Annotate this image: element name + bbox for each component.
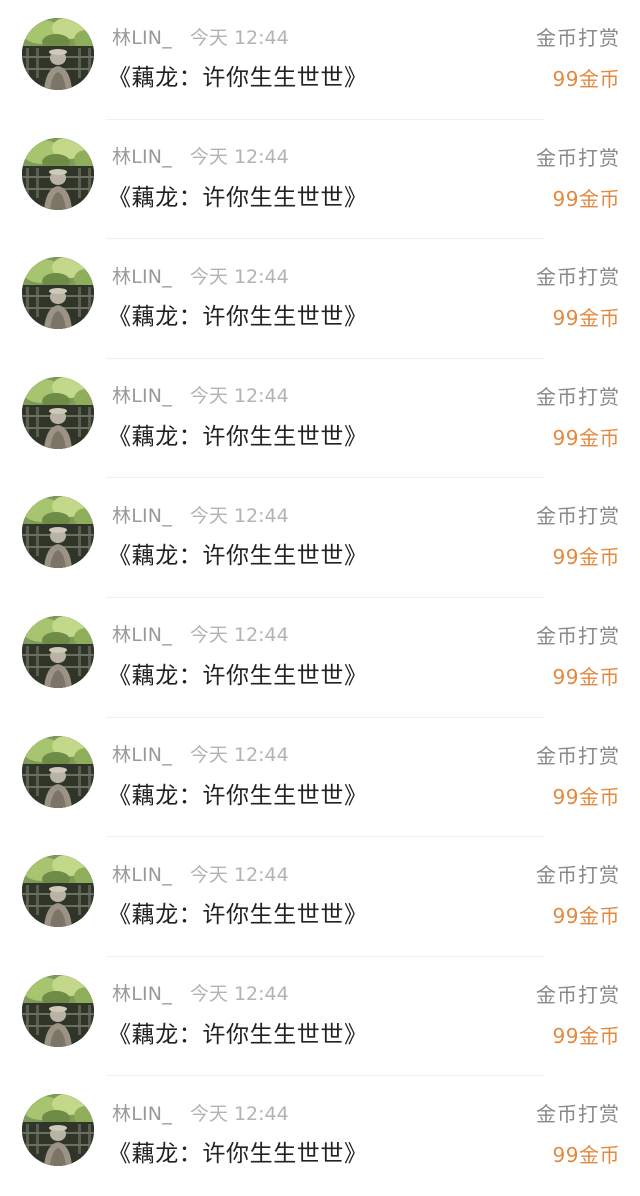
reward-info: 金币打赏 99金币: [536, 22, 620, 92]
record-meta: 林LIN_ 今天 12:44: [112, 383, 289, 407]
username[interactable]: 林LIN_: [112, 1099, 172, 1126]
username[interactable]: 林LIN_: [112, 740, 172, 767]
reward-amount: 99金币: [552, 1023, 620, 1048]
book-title[interactable]: 《藕龙：许你生生世世》: [108, 178, 368, 212]
user-avatar-icon[interactable]: [22, 257, 94, 330]
reward-info: 金币打赏 99金币: [536, 859, 620, 929]
reward-type: 金币打赏: [536, 863, 620, 888]
reward-info: 金币打赏 99金币: [536, 979, 620, 1049]
book-title[interactable]: 《藕龙：许你生生世世》: [108, 536, 368, 570]
reward-record-list: 林LIN_ 今天 12:44 《藕龙：许你生生世世》 金币打赏 99金币 林LI…: [0, 0, 640, 1189]
reward-type: 金币打赏: [536, 623, 620, 648]
reward-type: 金币打赏: [536, 504, 620, 529]
record-meta: 林LIN_ 今天 12:44: [112, 981, 289, 1005]
reward-amount: 99金币: [552, 545, 620, 570]
reward-type: 金币打赏: [536, 265, 620, 290]
reward-type: 金币打赏: [536, 384, 620, 409]
record-meta: 林LIN_ 今天 12:44: [112, 742, 289, 766]
reward-record-item[interactable]: 林LIN_ 今天 12:44 《藕龙：许你生生世世》 金币打赏 99金币: [0, 0, 640, 120]
reward-record-item[interactable]: 林LIN_ 今天 12:44 《藕龙：许你生生世世》 金币打赏 99金币: [0, 837, 640, 957]
reward-type: 金币打赏: [536, 1102, 620, 1127]
username[interactable]: 林LIN_: [112, 979, 172, 1006]
record-meta: 林LIN_ 今天 12:44: [112, 144, 289, 168]
timestamp: 今天 12:44: [189, 1102, 289, 1125]
record-meta: 林LIN_ 今天 12:44: [112, 501, 289, 528]
username[interactable]: 林LIN_: [112, 142, 172, 169]
reward-record-item[interactable]: 林LIN_ 今天 12:44 《藕龙：许你生生世世》 金币打赏 99金币: [0, 120, 640, 240]
reward-amount: 99金币: [552, 1143, 620, 1168]
user-avatar-icon[interactable]: [22, 735, 94, 808]
reward-amount: 99金币: [552, 425, 620, 450]
reward-type: 金币打赏: [536, 982, 620, 1007]
timestamp: 今天 12:44: [189, 385, 289, 408]
reward-amount: 99金币: [552, 664, 620, 689]
reward-info: 金币打赏 99金币: [536, 261, 620, 331]
reward-info: 金币打赏 99金币: [536, 740, 620, 810]
book-title[interactable]: 《藕龙：许你生生世世》: [108, 656, 368, 690]
record-meta: 林LIN_ 今天 12:44: [112, 1099, 289, 1126]
book-title[interactable]: 《藕龙：许你生生世世》: [108, 1015, 368, 1049]
user-avatar-icon[interactable]: [22, 137, 94, 210]
username[interactable]: 林LIN_: [112, 381, 172, 408]
username[interactable]: 林LIN_: [112, 23, 172, 50]
username[interactable]: 林LIN_: [112, 860, 172, 887]
reward-amount: 99金币: [552, 186, 620, 211]
reward-type: 金币打赏: [536, 26, 620, 50]
reward-type: 金币打赏: [536, 743, 620, 768]
timestamp: 今天 12:44: [189, 26, 289, 49]
reward-record-item[interactable]: 林LIN_ 今天 12:44 《藕龙：许你生生世世》 金币打赏 99金币: [0, 718, 640, 838]
timestamp: 今天 12:44: [189, 863, 289, 886]
reward-record-item[interactable]: 林LIN_ 今天 12:44 《藕龙：许你生生世世》 金币打赏 99金币: [0, 1076, 640, 1196]
reward-amount: 99金币: [552, 784, 620, 809]
reward-record-item[interactable]: 林LIN_ 今天 12:44 《藕龙：许你生生世世》 金币打赏 99金币: [0, 239, 640, 359]
user-avatar-icon[interactable]: [22, 376, 94, 449]
record-meta: 林LIN_ 今天 12:44: [112, 262, 289, 289]
user-avatar-icon[interactable]: [22, 974, 94, 1047]
timestamp: 今天 12:44: [189, 265, 289, 288]
book-title[interactable]: 《藕龙：许你生生世世》: [108, 417, 368, 451]
book-title[interactable]: 《藕龙：许你生生世世》: [108, 776, 368, 810]
record-meta: 林LIN_ 今天 12:44: [112, 23, 289, 50]
user-avatar-icon[interactable]: [22, 18, 94, 90]
user-avatar-icon[interactable]: [22, 496, 94, 569]
timestamp: 今天 12:44: [189, 504, 289, 527]
book-title[interactable]: 《藕龙：许你生生世世》: [108, 58, 368, 92]
reward-info: 金币打赏 99金币: [536, 620, 620, 690]
reward-record-item[interactable]: 林LIN_ 今天 12:44 《藕龙：许你生生世世》 金币打赏 99金币: [0, 478, 640, 598]
user-avatar-icon[interactable]: [22, 855, 94, 928]
reward-record-item[interactable]: 林LIN_ 今天 12:44 《藕龙：许你生生世世》 金币打赏 99金币: [0, 957, 640, 1077]
timestamp: 今天 12:44: [189, 744, 289, 767]
reward-info: 金币打赏 99金币: [536, 381, 620, 451]
reward-info: 金币打赏 99金币: [536, 1098, 620, 1168]
book-title[interactable]: 《藕龙：许你生生世世》: [108, 1134, 368, 1168]
reward-record-item[interactable]: 林LIN_ 今天 12:44 《藕龙：许你生生世世》 金币打赏 99金币: [0, 359, 640, 479]
reward-amount: 99金币: [552, 306, 620, 331]
timestamp: 今天 12:44: [189, 624, 289, 647]
username[interactable]: 林LIN_: [112, 501, 172, 528]
reward-amount: 99金币: [552, 67, 620, 91]
username[interactable]: 林LIN_: [112, 620, 172, 647]
user-avatar-icon[interactable]: [22, 1094, 94, 1167]
username[interactable]: 林LIN_: [112, 262, 172, 289]
reward-type: 金币打赏: [536, 145, 620, 170]
reward-info: 金币打赏 99金币: [536, 500, 620, 570]
user-avatar-icon[interactable]: [22, 615, 94, 688]
timestamp: 今天 12:44: [189, 146, 289, 169]
book-title[interactable]: 《藕龙：许你生生世世》: [108, 297, 368, 331]
record-meta: 林LIN_ 今天 12:44: [112, 860, 289, 887]
reward-amount: 99金币: [552, 904, 620, 929]
timestamp: 今天 12:44: [189, 983, 289, 1006]
reward-record-item[interactable]: 林LIN_ 今天 12:44 《藕龙：许你生生世世》 金币打赏 99金币: [0, 598, 640, 718]
reward-info: 金币打赏 99金币: [536, 142, 620, 212]
book-title[interactable]: 《藕龙：许你生生世世》: [108, 895, 368, 929]
record-meta: 林LIN_ 今天 12:44: [112, 622, 289, 646]
